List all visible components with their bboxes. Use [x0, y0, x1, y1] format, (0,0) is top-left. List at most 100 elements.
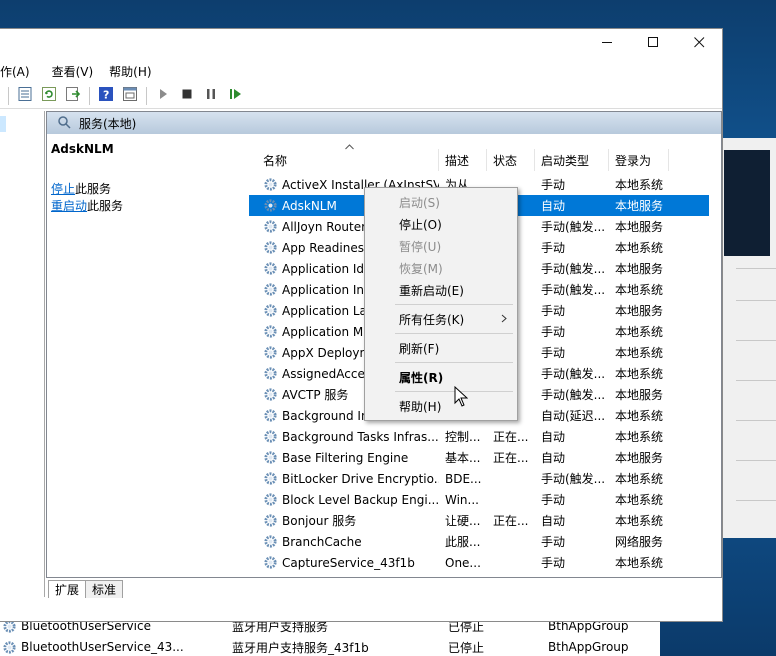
service-row[interactable]: CaptureService_43f1b One... 手动 本地系统 — [249, 552, 709, 573]
menu-item-stop[interactable]: 停止(O) — [367, 213, 515, 235]
background-divider — [736, 268, 776, 269]
context-menu: 启动(S) 停止(O) 暂停(U) 恢复(M) 重新启动(E) 所有任务(K) … — [364, 187, 518, 421]
gear-icon — [263, 387, 278, 402]
properties-icon — [17, 86, 33, 105]
tab-standard[interactable]: 标准 — [85, 580, 124, 598]
service-startup-cell: 手动(触发... — [541, 220, 606, 234]
service-startup-cell: 手动(触发... — [541, 573, 607, 577]
service-logon-cell: 本地系统 — [615, 430, 664, 444]
service-logon-cell: 本地系统 — [615, 573, 675, 577]
menu-item-pause[interactable]: 暂停(U) — [367, 235, 515, 257]
menu-view[interactable]: 查看(V) — [44, 59, 102, 83]
service-startup-cell: 手动 — [541, 178, 566, 192]
maximize-button[interactable] — [630, 29, 676, 59]
service-startup-cell: 手动(触发... — [541, 472, 606, 486]
menu-item-resume[interactable]: 恢复(M) — [367, 257, 515, 279]
start-service-button[interactable] — [153, 86, 173, 106]
menu-item-start[interactable]: 启动(S) — [367, 191, 515, 213]
service-startup-cell: 手动(触发... — [541, 388, 606, 402]
pause-service-button[interactable] — [201, 86, 221, 106]
menu-item-all-tasks[interactable]: 所有任务(K) — [367, 308, 515, 330]
service-row[interactable]: Block Level Backup Engi... Win... 手动 本地系统 — [249, 489, 709, 510]
view-tabs: 扩展 标准 — [46, 578, 722, 598]
service-row[interactable]: Background Tasks Infras... 控制... 正在... 自动 本地… — [249, 426, 709, 447]
service-logon-cell: 本地系统 — [615, 325, 664, 339]
export-button[interactable] — [63, 86, 83, 106]
gear-icon — [263, 345, 278, 360]
restart-service-suffix: 此服务 — [87, 199, 124, 213]
service-startup-cell: 手动(触发... — [541, 283, 606, 297]
service-startup-cell: 手动 — [541, 241, 566, 255]
stop-service-link[interactable]: 停止 — [51, 182, 75, 196]
service-logon-cell: 本地系统 — [615, 178, 664, 192]
submenu-arrow-icon — [501, 313, 507, 326]
service-logon-cell: 网络服务 — [615, 535, 664, 549]
close-button[interactable] — [676, 29, 722, 59]
properties-button[interactable] — [15, 86, 35, 106]
service-desc-cell: BDE... — [445, 471, 482, 486]
service-row[interactable]: Certificate Propagation 将用... 手动(触发... 本地系统 — [249, 573, 709, 578]
gear-icon — [263, 303, 278, 318]
background-divider — [736, 500, 776, 501]
service-startup-cell: 手动 — [541, 556, 566, 570]
service-startup-cell: 手动 — [541, 535, 566, 549]
tab-extended[interactable]: 扩展 — [48, 580, 87, 598]
stop-service-button[interactable] — [177, 86, 197, 106]
service-row[interactable]: BranchCache 此服... 手动 网络服务 — [249, 531, 709, 552]
gear-icon — [263, 177, 278, 192]
background-divider — [736, 300, 776, 301]
background-divider — [736, 460, 776, 461]
background-row-name: BluetoothUserService_43... — [2, 637, 184, 656]
menu-item-refresh[interactable]: 刷新(F) — [367, 337, 515, 359]
title-bar[interactable] — [0, 29, 722, 59]
column-header-status[interactable]: 状态 — [487, 149, 535, 171]
help-button[interactable]: ? — [96, 86, 116, 106]
gear-icon — [263, 555, 278, 570]
sort-ascending-icon — [345, 139, 354, 153]
column-header-startup[interactable]: 启动类型 — [535, 149, 609, 171]
service-desc-cell: 让硬... — [445, 514, 481, 528]
minimize-button[interactable] — [584, 29, 630, 59]
pane-title: 服务(本地) — [79, 116, 137, 131]
service-name-cell: Certificate Propagation — [263, 573, 439, 578]
gear-icon — [263, 492, 278, 507]
refresh-icon — [41, 86, 57, 105]
service-startup-cell: 自动(延迟... — [541, 409, 606, 423]
service-row[interactable]: Bonjour 服务 让硬... 正在... 自动 本地系统 — [249, 510, 709, 531]
service-row[interactable]: BitLocker Drive Encryptio... BDE... 手动(触发.… — [249, 468, 709, 489]
column-header-desc[interactable]: 描述 — [439, 149, 487, 171]
services-window: 作(A) 查看(V) 帮助(H) ? 服务(本地) AdskNLM 停止此服务 … — [0, 28, 723, 622]
restart-service-link[interactable]: 重启动 — [51, 199, 87, 213]
tree-pane[interactable] — [0, 111, 45, 597]
restart-service-line: 重启动此服务 — [51, 197, 241, 214]
background-window-dark-area — [724, 150, 770, 256]
restart-icon — [227, 86, 243, 105]
service-logon-cell: 本地服务 — [615, 262, 664, 276]
service-status-cell: 正在... — [493, 430, 529, 444]
console-button[interactable] — [120, 86, 140, 106]
gear-icon — [263, 534, 278, 549]
restart-service-button[interactable] — [225, 86, 245, 106]
pause-icon — [203, 86, 219, 105]
service-name-cell: Base Filtering Engine — [263, 447, 439, 468]
menu-item-help[interactable]: 帮助(H) — [367, 395, 515, 417]
background-row-desc: 蓝牙用户支持服务_43f1b — [232, 640, 369, 655]
column-header-name[interactable]: 名称 — [249, 144, 439, 171]
service-desc-cell: One... — [445, 555, 481, 570]
service-logon-cell: 本地系统 — [615, 346, 664, 360]
service-startup-cell: 手动 — [541, 346, 566, 360]
refresh-button[interactable] — [39, 86, 59, 106]
menu-action[interactable]: 作(A) — [0, 59, 38, 83]
service-logon-cell: 本地系统 — [615, 472, 664, 486]
service-logon-cell: 本地系统 — [615, 514, 664, 528]
service-logon-cell: 本地系统 — [615, 241, 664, 255]
service-row[interactable]: Base Filtering Engine 基本... 正在... 自动 本地服务 — [249, 447, 709, 468]
service-status-cell: 正在... — [493, 451, 529, 465]
menu-help[interactable]: 帮助(H) — [101, 59, 159, 83]
column-header-logon[interactable]: 登录为 — [609, 149, 669, 171]
service-name-cell: BranchCache — [263, 531, 439, 552]
service-status-cell — [493, 468, 537, 489]
menu-item-restart[interactable]: 重新启动(E) — [367, 279, 515, 301]
stop-service-line: 停止此服务 — [51, 180, 241, 197]
menu-item-properties[interactable]: 属性(R) — [367, 366, 515, 388]
